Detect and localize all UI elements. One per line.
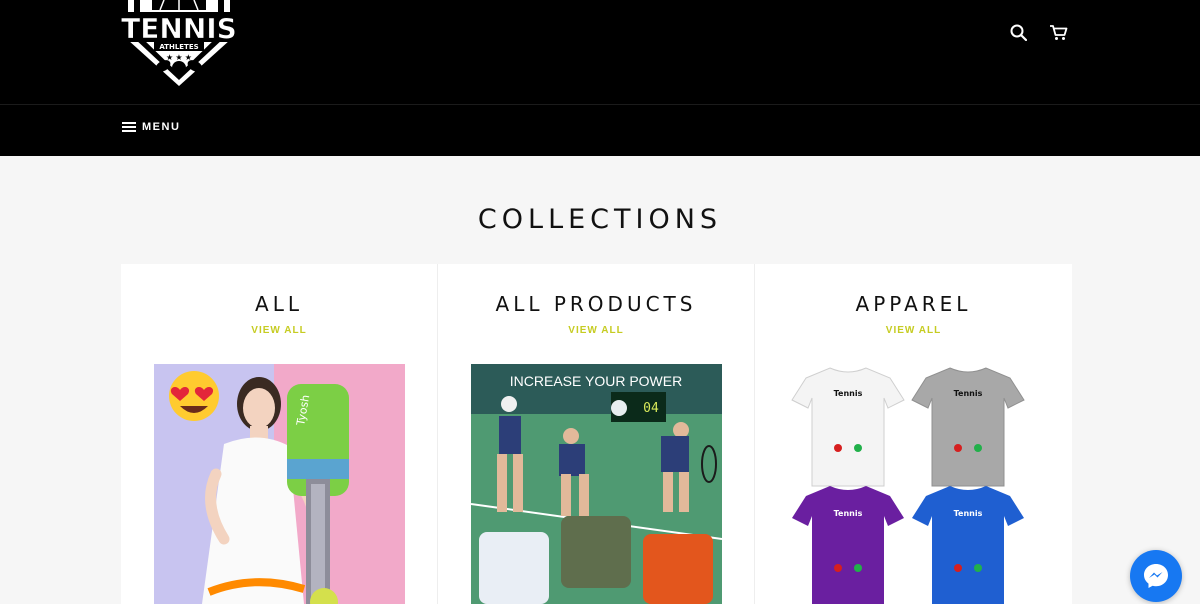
svg-text:★ ★ ★: ★ ★ ★ <box>166 53 192 62</box>
site-header: TENNIS ATHLETES ★ ★ ★ <box>0 0 1200 104</box>
collection-image[interactable]: Tyosh <box>154 364 405 604</box>
view-all-link[interactable]: VIEW ALL <box>755 325 1072 336</box>
main-nav: MENU <box>0 104 1200 156</box>
menu-button[interactable]: MENU <box>122 121 180 133</box>
site-logo[interactable]: TENNIS ATHLETES ★ ★ ★ <box>118 0 240 88</box>
cart-icon[interactable] <box>1048 22 1068 42</box>
collection-title: APPAREL <box>855 292 972 316</box>
collection-card-apparel[interactable]: APPAREL VIEW ALL Tennis Tennis Tennis Te… <box>755 264 1072 604</box>
shirt-text: Tennis <box>834 389 863 398</box>
svg-text:Tennis: Tennis <box>834 509 863 518</box>
menu-label: MENU <box>142 121 181 133</box>
view-all-link[interactable]: VIEW ALL <box>438 325 754 336</box>
hamburger-icon <box>122 122 136 132</box>
collection-card-all-products[interactable]: ALL PRODUCTS VIEW ALL 04 INCREASE YOUR P… <box>438 264 755 604</box>
svg-text:Tennis: Tennis <box>954 389 983 398</box>
collection-image[interactable]: 04 INCREASE YOUR POWER <box>471 364 722 604</box>
svg-text:Tennis: Tennis <box>954 509 983 518</box>
collection-title: ALL PRODUCTS <box>495 292 697 316</box>
collection-card-all[interactable]: ALL VIEW ALL Tyosh <box>121 264 438 604</box>
view-all-link[interactable]: VIEW ALL <box>121 325 437 336</box>
search-icon[interactable] <box>1008 22 1028 42</box>
messenger-icon[interactable] <box>1130 550 1182 602</box>
collection-grid: ALL VIEW ALL Tyosh ALL PRODUCTS VIEW ALL… <box>121 264 1074 604</box>
collection-title: ALL <box>255 292 303 316</box>
logo-sub: ATHLETES <box>159 43 198 51</box>
image-caption: INCREASE YOUR POWER <box>510 373 682 389</box>
collection-image[interactable]: Tennis Tennis Tennis Tennis <box>788 364 1039 604</box>
page-title: COLLECTIONS <box>477 204 723 235</box>
svg-text:04: 04 <box>643 401 659 416</box>
logo-word: TENNIS <box>121 12 237 45</box>
